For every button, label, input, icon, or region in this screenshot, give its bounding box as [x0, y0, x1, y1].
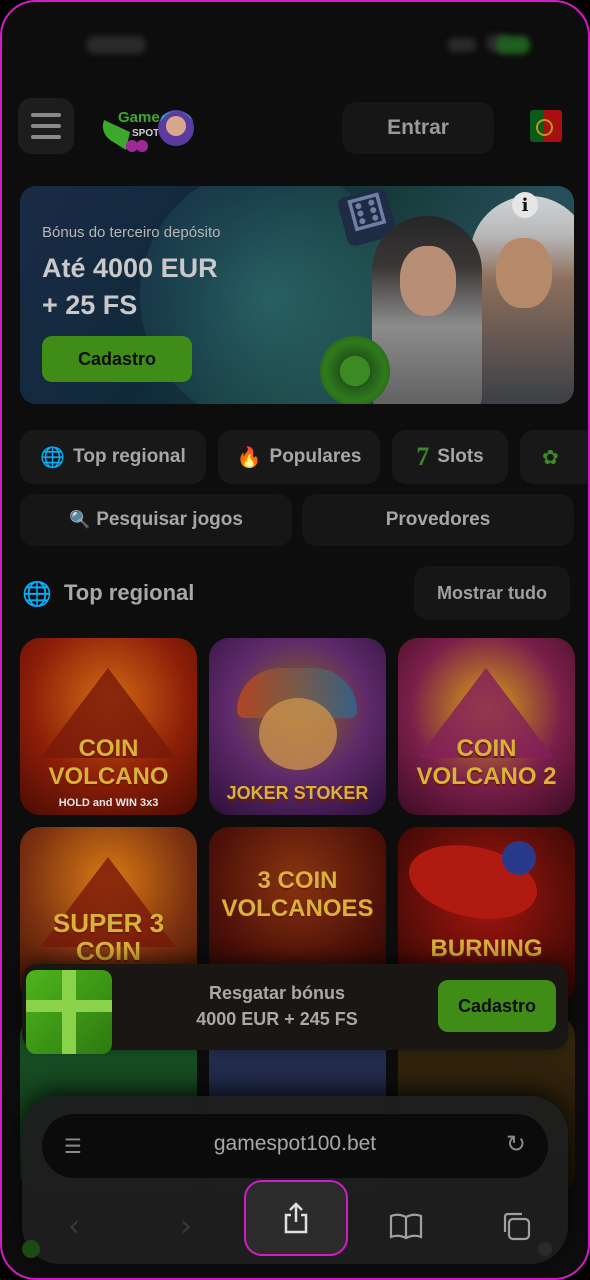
game-subtitle: HOLD and WIN 3x3 [58, 797, 159, 809]
home-indicator-left [22, 1240, 40, 1258]
game-title: JOKER STOKER [226, 783, 369, 803]
bookmarks-icon[interactable] [376, 1202, 436, 1250]
more-category-icon: ✿ [542, 445, 559, 469]
status-bar [2, 32, 588, 62]
login-button[interactable]: Entrar [342, 102, 494, 154]
signal-icon [448, 38, 476, 52]
fire-icon: 🔥 [236, 445, 262, 469]
casino-chip-icon [320, 336, 390, 404]
tab-label: Populares [269, 446, 362, 467]
game-tile[interactable]: JOKER STOKER [209, 638, 386, 815]
share-icon [284, 1202, 308, 1234]
address-bar[interactable]: ☰ gamespot100.bet ↻ [42, 1114, 548, 1178]
bonus-line1: Resgatar bónus [208, 983, 346, 1003]
tab-label: Top regional [73, 446, 186, 467]
promo-banner[interactable]: i Bónus do terceiro depósito Até 4000 EU… [20, 186, 574, 404]
back-arrow-icon[interactable]: ‹ [44, 1202, 104, 1250]
show-all-button[interactable]: Mostrar tudo [414, 566, 570, 620]
game-title: COIN VOLCANO 2 [416, 735, 557, 790]
forward-arrow-icon[interactable]: › [156, 1202, 216, 1250]
search-label: Pesquisar jogos [96, 509, 243, 530]
banner-character-female-face [400, 246, 456, 316]
home-indicator-right [538, 1242, 552, 1256]
url-text: gamespot100.bet [213, 1132, 377, 1155]
search-row: 🔍 Pesquisar jogos Provedores [20, 494, 574, 546]
gift-icon [26, 970, 112, 1054]
game-title: SUPER 3 COIN [52, 908, 165, 966]
phone-screen: Game SPOT Entrar i Bónus do terceiro dep… [0, 0, 590, 1280]
search-icon: 🔍 [69, 510, 91, 530]
tabs-icon[interactable] [486, 1202, 546, 1250]
banner-character-male-face [496, 238, 552, 308]
seven-icon: 7 [416, 442, 430, 471]
svg-text:SPOT: SPOT [132, 128, 159, 139]
tabs-glyph [503, 1212, 531, 1241]
game-title: COIN VOLCANO [48, 735, 169, 790]
reload-icon[interactable]: ↻ [506, 1130, 526, 1158]
section-header: 🌐 Top regional Mostrar tudo [20, 566, 570, 620]
bonus-line2: 4000 EUR + 245 FS [196, 1009, 358, 1029]
info-icon[interactable]: i [512, 192, 538, 218]
bonus-register-button[interactable]: Cadastro [438, 980, 556, 1032]
banner-register-button[interactable]: Cadastro [42, 336, 192, 382]
portugal-flag-icon[interactable] [530, 110, 562, 142]
hamburger-icon[interactable] [18, 98, 74, 154]
book-glyph [389, 1213, 423, 1240]
banner-title-line1: Até 4000 EUR [42, 253, 218, 283]
bonus-bar: Resgatar bónus 4000 EUR + 245 FS Cadastr… [22, 964, 568, 1054]
section-title: Top regional [64, 580, 195, 605]
globe-icon: 🌐 [22, 580, 52, 608]
tab-label: Slots [437, 446, 484, 467]
site-header: Game SPOT Entrar [18, 98, 572, 158]
globe-icon: 🌐 [40, 445, 66, 469]
providers-button[interactable]: Provedores [302, 494, 574, 546]
status-time [86, 36, 146, 54]
grapes-art [502, 841, 536, 875]
tab-more-category[interactable]: ✿ [520, 430, 588, 484]
banner-title-line2: + 25 FS [42, 290, 138, 320]
category-tabs: 🌐 Top regional 🔥 Populares 7 Slots ✿ [20, 430, 588, 484]
browser-toolbar: ☰ gamespot100.bet ↻ ‹ › [22, 1096, 568, 1264]
jester-face-art [259, 698, 337, 770]
game-tile[interactable]: COIN VOLCANO 2 [398, 638, 575, 815]
browser-nav-row: ‹ › [22, 1180, 568, 1256]
share-button[interactable] [244, 1180, 348, 1256]
svg-text:Game: Game [118, 109, 160, 126]
game-tile[interactable]: COIN VOLCANO HOLD and WIN 3x3 [20, 638, 197, 815]
game-title: 3 COIN VOLCANOES [221, 867, 374, 922]
battery-icon [496, 36, 530, 54]
game-title: BURNING [430, 935, 543, 962]
banner-subtitle: Bónus do terceiro depósito [42, 224, 221, 241]
search-games-button[interactable]: 🔍 Pesquisar jogos [20, 494, 292, 546]
site-logo[interactable]: Game SPOT [96, 102, 206, 154]
bonus-text: Resgatar bónus 4000 EUR + 245 FS [142, 980, 412, 1032]
tab-top-regional[interactable]: 🌐 Top regional [20, 430, 206, 484]
tab-slots[interactable]: 7 Slots [392, 430, 508, 484]
banner-title: Até 4000 EUR + 25 FS [42, 250, 302, 324]
tab-populares[interactable]: 🔥 Populares [218, 430, 380, 484]
